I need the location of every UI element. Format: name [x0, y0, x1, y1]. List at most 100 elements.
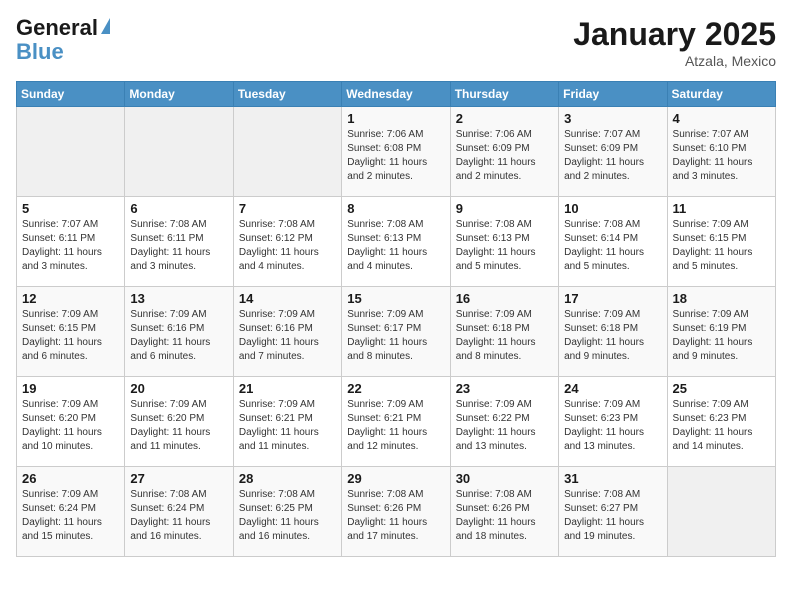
day-info: Sunrise: 7:09 AM Sunset: 6:23 PM Dayligh…	[673, 398, 770, 454]
day-number: 31	[564, 471, 661, 486]
day-info: Sunrise: 7:09 AM Sunset: 6:15 PM Dayligh…	[22, 308, 119, 364]
day-number: 4	[673, 111, 770, 126]
calendar-cell: 14 Sunrise: 7:09 AM Sunset: 6:16 PM Dayli…	[233, 287, 341, 377]
day-info: Sunrise: 7:09 AM Sunset: 6:23 PM Dayligh…	[564, 398, 661, 454]
day-info: Sunrise: 7:07 AM Sunset: 6:10 PM Dayligh…	[673, 128, 770, 184]
day-info: Sunrise: 7:09 AM Sunset: 6:20 PM Dayligh…	[22, 398, 119, 454]
day-info: Sunrise: 7:08 AM Sunset: 6:25 PM Dayligh…	[239, 488, 336, 544]
day-number: 18	[673, 291, 770, 306]
calendar-cell: 28 Sunrise: 7:08 AM Sunset: 6:25 PM Dayli…	[233, 467, 341, 557]
day-number: 30	[456, 471, 553, 486]
day-number: 12	[22, 291, 119, 306]
day-info: Sunrise: 7:06 AM Sunset: 6:09 PM Dayligh…	[456, 128, 553, 184]
day-number: 24	[564, 381, 661, 396]
calendar-cell: 15Sunrise: 7:09 AM Sunset: 6:17 PM Dayli…	[342, 287, 450, 377]
calendar-week-row: 1 Sunrise: 7:06 AM Sunset: 6:08 PM Daylig…	[17, 107, 776, 197]
day-number: 14	[239, 291, 336, 306]
day-number: 10	[564, 201, 661, 216]
calendar-cell: 16Sunrise: 7:09 AM Sunset: 6:18 PM Dayli…	[450, 287, 558, 377]
calendar-week-row: 19 Sunrise: 7:09 AM Sunset: 6:20 PM Dayli…	[17, 377, 776, 467]
day-number: 9	[456, 201, 553, 216]
day-info: Sunrise: 7:07 AM Sunset: 6:09 PM Dayligh…	[564, 128, 661, 184]
day-info: Sunrise: 7:09 AM Sunset: 6:18 PM Dayligh…	[564, 308, 661, 364]
day-number: 8	[347, 201, 444, 216]
calendar-table: Sunday Monday Tuesday Wednesday Thursday…	[16, 81, 776, 557]
day-number: 2	[456, 111, 553, 126]
day-info: Sunrise: 7:08 AM Sunset: 6:26 PM Dayligh…	[347, 488, 444, 544]
header-saturday: Saturday	[667, 82, 775, 107]
day-info: Sunrise: 7:09 AM Sunset: 6:24 PM Dayligh…	[22, 488, 119, 544]
calendar-week-row: 26Sunrise: 7:09 AM Sunset: 6:24 PM Dayli…	[17, 467, 776, 557]
calendar-cell: 17 Sunrise: 7:09 AM Sunset: 6:18 PM Dayli…	[559, 287, 667, 377]
calendar-week-row: 5Sunrise: 7:07 AM Sunset: 6:11 PM Daylig…	[17, 197, 776, 287]
calendar-cell: 12 Sunrise: 7:09 AM Sunset: 6:15 PM Dayli…	[17, 287, 125, 377]
day-info: Sunrise: 7:09 AM Sunset: 6:16 PM Dayligh…	[239, 308, 336, 364]
calendar-cell: 4 Sunrise: 7:07 AM Sunset: 6:10 PM Daylig…	[667, 107, 775, 197]
title-block: January 2025 Atzala, Mexico	[573, 16, 776, 69]
day-number: 28	[239, 471, 336, 486]
day-info: Sunrise: 7:09 AM Sunset: 6:22 PM Dayligh…	[456, 398, 553, 454]
calendar-cell: 31 Sunrise: 7:08 AM Sunset: 6:27 PM Dayli…	[559, 467, 667, 557]
day-info: Sunrise: 7:09 AM Sunset: 6:17 PM Dayligh…	[347, 308, 444, 364]
day-number: 27	[130, 471, 227, 486]
calendar-cell	[125, 107, 233, 197]
day-number: 29	[347, 471, 444, 486]
calendar-cell: 29 Sunrise: 7:08 AM Sunset: 6:26 PM Dayli…	[342, 467, 450, 557]
day-number: 23	[456, 381, 553, 396]
calendar-header-row: Sunday Monday Tuesday Wednesday Thursday…	[17, 82, 776, 107]
day-number: 17	[564, 291, 661, 306]
header-sunday: Sunday	[17, 82, 125, 107]
calendar-cell: 8 Sunrise: 7:08 AM Sunset: 6:13 PM Daylig…	[342, 197, 450, 287]
calendar-cell: 10 Sunrise: 7:08 AM Sunset: 6:14 PM Dayli…	[559, 197, 667, 287]
header-wednesday: Wednesday	[342, 82, 450, 107]
calendar-cell: 11 Sunrise: 7:09 AM Sunset: 6:15 PM Dayli…	[667, 197, 775, 287]
header-tuesday: Tuesday	[233, 82, 341, 107]
calendar-cell: 21Sunrise: 7:09 AM Sunset: 6:21 PM Dayli…	[233, 377, 341, 467]
day-info: Sunrise: 7:08 AM Sunset: 6:11 PM Dayligh…	[130, 218, 227, 274]
day-number: 7	[239, 201, 336, 216]
calendar-title: January 2025	[573, 16, 776, 53]
day-number: 3	[564, 111, 661, 126]
day-info: Sunrise: 7:06 AM Sunset: 6:08 PM Dayligh…	[347, 128, 444, 184]
day-info: Sunrise: 7:09 AM Sunset: 6:15 PM Dayligh…	[673, 218, 770, 274]
day-info: Sunrise: 7:08 AM Sunset: 6:24 PM Dayligh…	[130, 488, 227, 544]
calendar-cell: 7 Sunrise: 7:08 AM Sunset: 6:12 PM Daylig…	[233, 197, 341, 287]
day-info: Sunrise: 7:08 AM Sunset: 6:13 PM Dayligh…	[456, 218, 553, 274]
day-info: Sunrise: 7:08 AM Sunset: 6:12 PM Dayligh…	[239, 218, 336, 274]
calendar-week-row: 12 Sunrise: 7:09 AM Sunset: 6:15 PM Dayli…	[17, 287, 776, 377]
calendar-cell: 2 Sunrise: 7:06 AM Sunset: 6:09 PM Daylig…	[450, 107, 558, 197]
logo-text: General Blue	[16, 15, 110, 64]
calendar-cell: 30 Sunrise: 7:08 AM Sunset: 6:26 PM Dayli…	[450, 467, 558, 557]
day-info: Sunrise: 7:08 AM Sunset: 6:14 PM Dayligh…	[564, 218, 661, 274]
day-info: Sunrise: 7:08 AM Sunset: 6:27 PM Dayligh…	[564, 488, 661, 544]
calendar-cell	[667, 467, 775, 557]
header-monday: Monday	[125, 82, 233, 107]
day-number: 22	[347, 381, 444, 396]
day-info: Sunrise: 7:08 AM Sunset: 6:13 PM Dayligh…	[347, 218, 444, 274]
day-number: 1	[347, 111, 444, 126]
day-number: 19	[22, 381, 119, 396]
calendar-cell: 25Sunrise: 7:09 AM Sunset: 6:23 PM Dayli…	[667, 377, 775, 467]
header-thursday: Thursday	[450, 82, 558, 107]
day-info: Sunrise: 7:09 AM Sunset: 6:16 PM Dayligh…	[130, 308, 227, 364]
day-info: Sunrise: 7:09 AM Sunset: 6:19 PM Dayligh…	[673, 308, 770, 364]
day-info: Sunrise: 7:08 AM Sunset: 6:26 PM Dayligh…	[456, 488, 553, 544]
day-number: 6	[130, 201, 227, 216]
calendar-cell: 3 Sunrise: 7:07 AM Sunset: 6:09 PM Daylig…	[559, 107, 667, 197]
calendar-cell: 13 Sunrise: 7:09 AM Sunset: 6:16 PM Dayli…	[125, 287, 233, 377]
day-info: Sunrise: 7:09 AM Sunset: 6:18 PM Dayligh…	[456, 308, 553, 364]
calendar-subtitle: Atzala, Mexico	[573, 53, 776, 69]
calendar-cell: 1 Sunrise: 7:06 AM Sunset: 6:08 PM Daylig…	[342, 107, 450, 197]
calendar-cell	[233, 107, 341, 197]
header-friday: Friday	[559, 82, 667, 107]
day-number: 13	[130, 291, 227, 306]
calendar-cell: 24 Sunrise: 7:09 AM Sunset: 6:23 PM Dayli…	[559, 377, 667, 467]
calendar-cell: 26Sunrise: 7:09 AM Sunset: 6:24 PM Dayli…	[17, 467, 125, 557]
calendar-cell: 23 Sunrise: 7:09 AM Sunset: 6:22 PM Dayli…	[450, 377, 558, 467]
calendar-cell: 6 Sunrise: 7:08 AM Sunset: 6:11 PM Daylig…	[125, 197, 233, 287]
calendar-cell: 18 Sunrise: 7:09 AM Sunset: 6:19 PM Dayli…	[667, 287, 775, 377]
day-number: 20	[130, 381, 227, 396]
calendar-cell: 9 Sunrise: 7:08 AM Sunset: 6:13 PM Daylig…	[450, 197, 558, 287]
day-info: Sunrise: 7:09 AM Sunset: 6:21 PM Dayligh…	[347, 398, 444, 454]
day-number: 11	[673, 201, 770, 216]
